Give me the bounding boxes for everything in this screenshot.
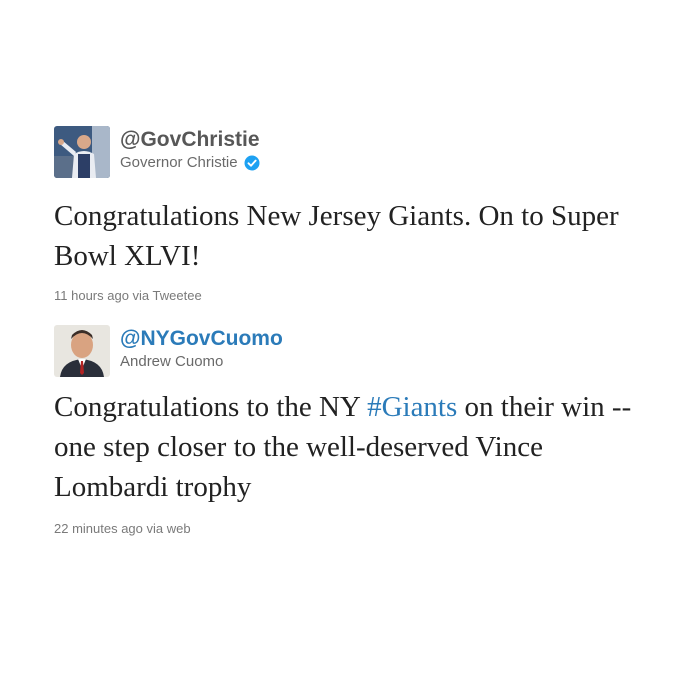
- tweet-timestamp[interactable]: 11 hours ago via Tweetee: [54, 288, 654, 303]
- display-name-row: Governor Christie: [120, 152, 260, 174]
- tweet-text: Congratulations New Jersey Giants. On to…: [54, 200, 619, 272]
- avatar[interactable]: [54, 325, 110, 377]
- person-portrait-icon: [54, 325, 110, 377]
- tweet-header: @NYGovCuomo Andrew Cuomo: [54, 325, 654, 377]
- user-names: @NYGovCuomo Andrew Cuomo: [120, 327, 283, 373]
- tweet-header: @GovChristie Governor Christie: [54, 126, 654, 178]
- person-portrait-icon: [54, 126, 110, 178]
- user-handle[interactable]: @GovChristie: [120, 128, 260, 152]
- tweet-text: Congratulations to the NY #Giants on the…: [54, 387, 654, 507]
- tweet-timestamp[interactable]: 22 minutes ago via web: [54, 521, 654, 536]
- display-name[interactable]: Andrew Cuomo: [120, 351, 223, 373]
- user-handle[interactable]: @NYGovCuomo: [120, 327, 283, 351]
- avatar[interactable]: [54, 126, 110, 178]
- tweet-christie: @GovChristie Governor Christie Congratul…: [54, 126, 654, 303]
- verified-badge-icon: [244, 155, 260, 171]
- hashtag-link[interactable]: #Giants: [367, 391, 457, 423]
- user-names: @GovChristie Governor Christie: [120, 128, 260, 174]
- display-name[interactable]: Governor Christie: [120, 152, 238, 174]
- tweet-cuomo: @NYGovCuomo Andrew Cuomo Congratulations…: [54, 325, 654, 536]
- display-name-row: Andrew Cuomo: [120, 351, 283, 373]
- tweet-text-start: Congratulations to the NY: [54, 391, 368, 423]
